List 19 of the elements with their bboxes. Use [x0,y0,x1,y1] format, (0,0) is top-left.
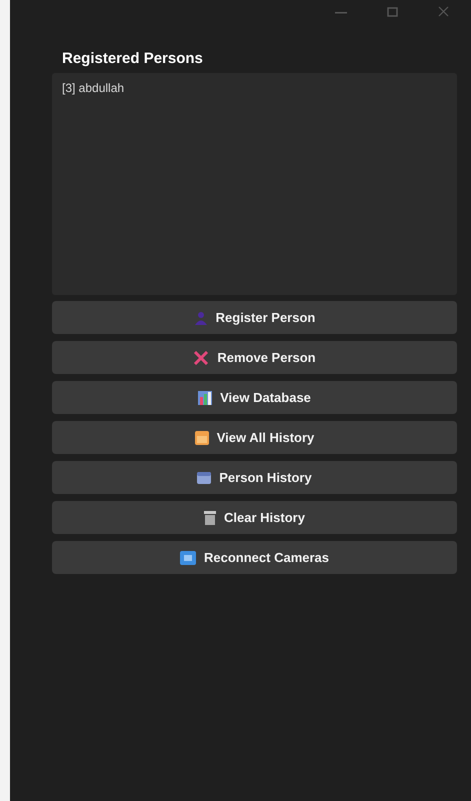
action-button[interactable]: Clear History [52,501,457,534]
chart-icon [198,390,212,404]
trash-icon [204,510,216,524]
action-button[interactable]: Register Person [52,301,457,334]
action-button[interactable]: View Database [52,381,457,414]
cross-icon [193,350,210,364]
action-button[interactable]: Reconnect Cameras [52,541,457,574]
action-button[interactable]: Person History [52,461,457,494]
panel-title: Registered Persons [62,50,204,67]
close-icon[interactable] [438,6,449,17]
person-icon [194,310,208,324]
action-button[interactable]: View All History [52,421,457,454]
action-button[interactable]: Remove Person [52,341,457,374]
card-icon [197,472,212,484]
minimize-icon[interactable] [335,12,347,14]
calendar-icon [194,430,209,444]
list-item[interactable]: [3] abdullah [62,81,124,95]
camera-icon [180,550,196,564]
maximize-icon[interactable] [387,6,398,17]
